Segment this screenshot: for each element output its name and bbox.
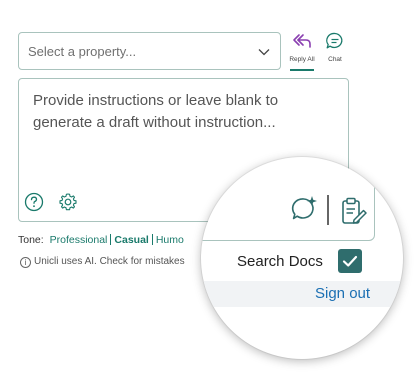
property-select[interactable]: Select a property... (18, 32, 281, 70)
tone-label: Tone: (18, 234, 44, 246)
chat-icon (326, 32, 343, 49)
chevron-down-icon (258, 49, 270, 56)
settings-gear-icon[interactable] (58, 192, 78, 212)
footer-bar (201, 281, 403, 307)
search-docs-checkbox[interactable] (338, 249, 362, 273)
tone-option-professional[interactable]: Professional (47, 234, 111, 246)
chat-button[interactable]: Chat (322, 32, 348, 63)
ai-disclaimer: i Unicli uses AI. Check for mistakes (20, 256, 185, 268)
search-docs-label: Search Docs (237, 253, 323, 270)
ai-chat-sparkle-icon[interactable] (291, 195, 319, 223)
clipboard-edit-icon[interactable] (341, 197, 367, 225)
checkmark-icon (342, 255, 358, 267)
tone-option-casual[interactable]: Casual (111, 234, 151, 246)
magnified-panel: Search Docs Sign out (201, 157, 403, 359)
info-icon: i (20, 257, 31, 268)
sign-out-link[interactable]: Sign out (315, 285, 370, 302)
ai-disclaimer-text: Unicli uses AI. Check for mistakes (34, 256, 185, 267)
toolbar-divider (327, 195, 329, 225)
chat-label: Chat (328, 56, 342, 63)
active-mode-indicator (290, 69, 314, 71)
tone-selector: Tone: Professional Casual Humo (18, 234, 187, 246)
help-icon[interactable] (24, 192, 44, 212)
reply-all-button[interactable]: Reply All (287, 32, 317, 71)
reply-all-label: Reply All (289, 56, 315, 63)
tone-option-humorous[interactable]: Humo (153, 234, 187, 246)
reply-all-icon (293, 34, 311, 48)
property-select-placeholder: Select a property... (28, 43, 137, 59)
instructions-placeholder: Provide instructions or leave blank to g… (33, 92, 279, 131)
zoom-magnifier: Search Docs Sign out (201, 157, 403, 359)
